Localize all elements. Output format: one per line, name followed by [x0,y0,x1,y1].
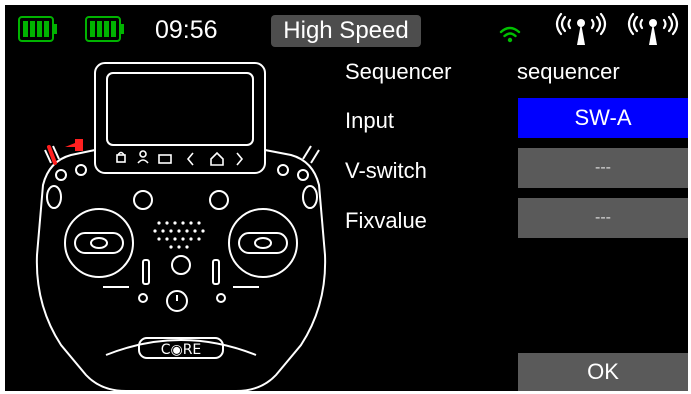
wifi-icon [499,26,521,43]
rx-battery-icon [85,16,124,42]
antenna-signal-icon [555,12,607,45]
fixvalue-field[interactable]: --- [518,198,688,238]
transmitter-illustration: C◉RE [35,62,327,391]
tx-battery-icon [18,16,57,42]
vswitch-select[interactable]: --- [518,148,688,188]
brand-logo: C◉RE [161,342,202,358]
ok-button[interactable]: OK [518,353,688,391]
sequencer-value[interactable]: sequencer [517,59,620,85]
flight-mode-badge[interactable]: High Speed [271,15,421,47]
input-select[interactable]: SW-A [518,98,688,138]
clock: 09:56 [155,16,218,44]
device-screen: 09:56 High Speed C◉RE Sequencer sequence… [5,5,688,391]
input-label: Input [345,108,394,133]
sequencer-label: Sequencer [345,59,452,84]
antenna-signal-icon [627,12,679,45]
vswitch-label: V-switch [345,158,427,183]
fixvalue-label: Fixvalue [345,208,427,233]
